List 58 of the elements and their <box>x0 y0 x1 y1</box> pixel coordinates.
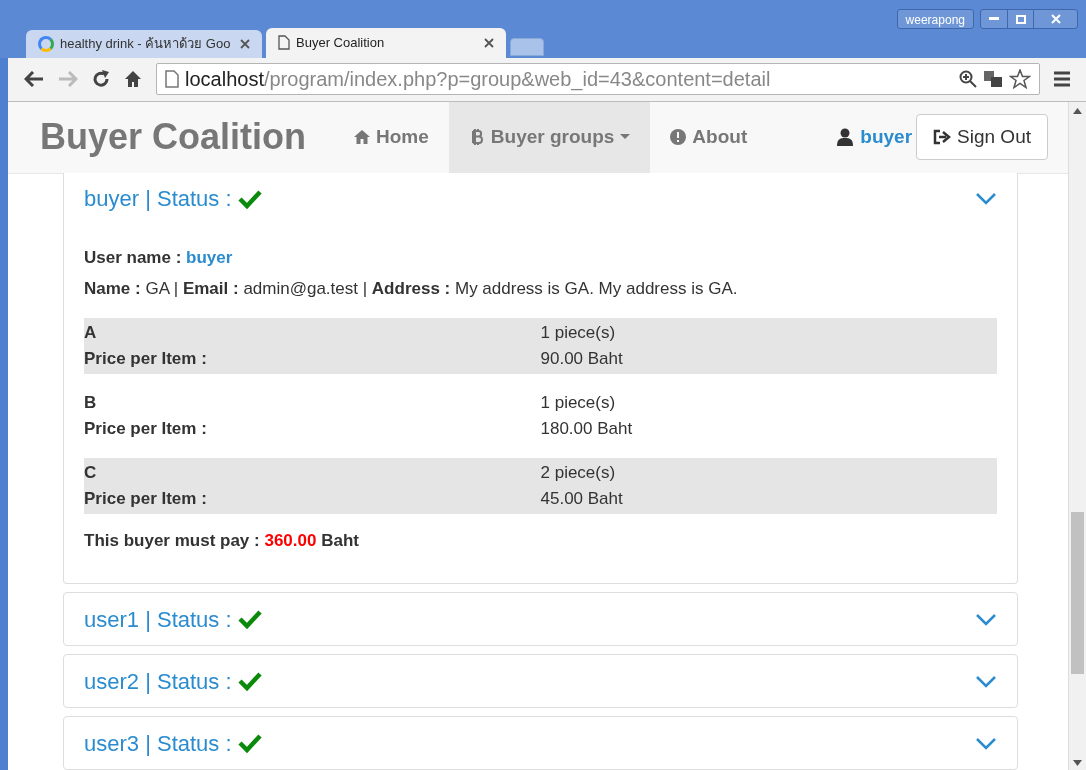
minimize-icon <box>989 17 999 21</box>
item-name: B <box>84 391 97 414</box>
sign-out-icon <box>933 129 952 145</box>
close-icon <box>1050 14 1061 24</box>
field-label: Price per Item : <box>84 417 207 440</box>
browser-tab[interactable]: Buyer Coalition <box>266 27 506 58</box>
home-icon <box>354 129 371 145</box>
item-price: 45.00 Baht <box>540 487 623 510</box>
user-icon <box>836 128 855 146</box>
page-icon <box>278 35 290 50</box>
scroll-down-icon[interactable] <box>1073 760 1082 766</box>
scroll-up-icon[interactable] <box>1073 107 1082 114</box>
scrollbar[interactable] <box>1068 101 1086 770</box>
item-quantity: 2 piece(s) <box>540 461 616 484</box>
info-icon <box>670 129 687 145</box>
username-link[interactable]: buyer <box>186 247 233 267</box>
field-label: Price per Item : <box>84 347 207 370</box>
close-tab-icon[interactable] <box>240 38 250 49</box>
url-text: localhost/program/index.php?p=group&web_id=43&content=detail <box>185 67 771 93</box>
item-quantity: 1 piece(s) <box>540 321 616 344</box>
reload-icon[interactable] <box>92 70 110 88</box>
panel-header[interactable]: user2 | Status : <box>64 655 1017 707</box>
nav-link[interactable]: About <box>650 101 768 173</box>
chevron-down-icon[interactable] <box>975 192 997 205</box>
menu-icon[interactable] <box>1054 71 1070 87</box>
nav-link[interactable]: Home <box>334 101 449 173</box>
brand-title[interactable]: Buyer Coalition <box>40 110 307 164</box>
zoom-icon[interactable] <box>959 70 977 88</box>
item-name: C <box>84 461 97 484</box>
profile-name[interactable]: weerapong <box>896 9 974 29</box>
chevron-down-icon[interactable] <box>975 736 997 750</box>
total-line: This buyer must pay : 360.00 Baht <box>84 529 360 552</box>
page-icon <box>165 70 179 88</box>
nav-link[interactable]: Buyer groups <box>448 101 651 173</box>
chevron-down-icon[interactable] <box>975 674 997 688</box>
search-engine-icon <box>38 35 54 52</box>
sign-out-button[interactable]: Sign Out <box>916 114 1048 160</box>
user-details: Name : GA | Email : admin@ga.test | Address : My address is GA. My address is GA. <box>84 278 739 300</box>
scrollbar-thumb[interactable] <box>1071 511 1084 674</box>
user-link[interactable]: buyer <box>836 122 913 152</box>
chevron-down-icon[interactable] <box>975 612 997 626</box>
browser-tab[interactable]: healthy drink - ค้นหาด้วย Goo <box>26 29 262 58</box>
item-name: A <box>84 321 97 344</box>
item-quantity: 1 piece(s) <box>540 391 616 414</box>
item-price: 90.00 Baht <box>540 347 623 370</box>
translate-icon[interactable] <box>983 70 1003 88</box>
home-icon[interactable] <box>124 70 142 88</box>
field-label: Price per Item : <box>84 487 207 510</box>
address-bar[interactable]: localhost/program/index.php?p=group&web_id=43&content=detail <box>156 63 1040 95</box>
maximize-icon <box>1015 14 1026 24</box>
field-label: User name : <box>84 247 182 267</box>
item-price: 180.00 Baht <box>540 417 633 440</box>
panel-header[interactable]: user1 | Status : <box>64 593 1017 645</box>
panel-header[interactable]: buyer | Status : <box>64 172 1017 225</box>
panel-header[interactable]: user3 | Status : <box>64 717 1017 769</box>
close-tab-icon[interactable] <box>484 37 494 48</box>
star-icon[interactable] <box>1009 69 1031 89</box>
back-icon[interactable] <box>24 71 44 87</box>
